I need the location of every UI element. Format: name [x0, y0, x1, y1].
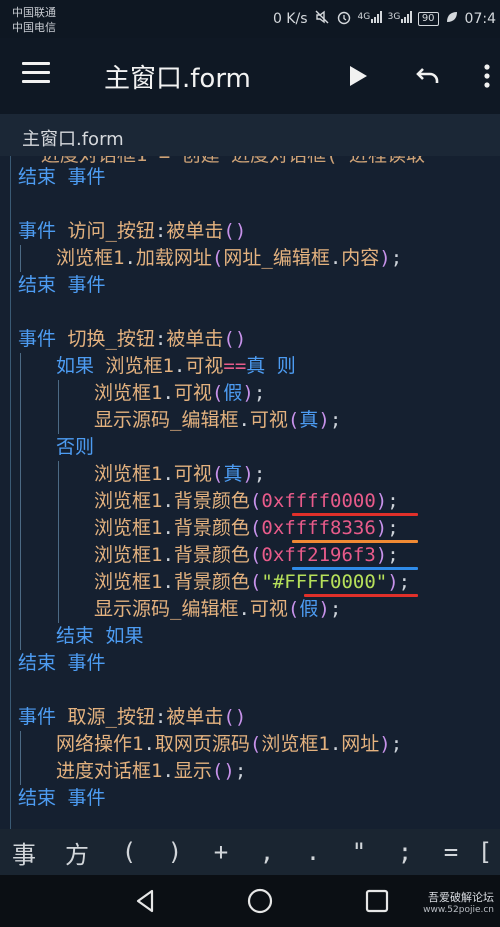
symbol-key[interactable]: " — [336, 838, 382, 866]
code-line: 结束 事件 — [18, 166, 106, 188]
back-triangle-icon[interactable] — [132, 887, 160, 915]
code-line: 浏览框1.加载网址(网址_编辑框.内容); — [56, 247, 403, 269]
indent-guide — [58, 461, 59, 623]
code-line: 浏览框1.背景颜色("#FFFF0000"); — [94, 571, 411, 593]
symbol-key[interactable]: + — [198, 838, 244, 866]
symbol-key[interactable]: 事 — [0, 835, 48, 870]
indent-guide — [20, 731, 21, 785]
symbol-key[interactable]: 方 — [48, 835, 106, 870]
block-guide-line — [10, 156, 11, 829]
indent-guide — [20, 245, 21, 272]
code-line: 事件 切换_按钮:被单击() — [18, 328, 247, 350]
symbol-key[interactable]: . — [290, 838, 336, 866]
status-bar: 中国联通 中国电信 0 K/s 4G 3G 90 07:4 — [0, 0, 500, 38]
code-line: 如果 浏览框1.可视==真 则 — [56, 355, 296, 377]
undo-icon[interactable] — [410, 58, 446, 94]
symbol-bar: 事 方 ( ) + , . " ; = [ — [0, 829, 500, 875]
code-line: 显示源码_编辑框.可视(假); — [94, 598, 342, 620]
watermark: 吾爱破解论坛 www.52pojie.cn — [423, 891, 494, 917]
indent-guide — [58, 380, 59, 434]
code-line: 事件 访问_按钮:被单击() — [18, 220, 247, 242]
symbol-key[interactable]: ; — [382, 838, 428, 866]
signal-2-type: 3G — [387, 12, 401, 22]
alarm-icon — [336, 9, 352, 29]
code-line: 进度对话框1.显示(); — [56, 760, 247, 782]
code-line: 结束 事件 — [18, 652, 106, 674]
play-icon[interactable] — [340, 58, 376, 94]
code-line: 结束 如果 — [56, 625, 144, 647]
signal-1-type: 4G — [357, 12, 371, 22]
battery-icon: 90 — [417, 12, 439, 26]
symbol-key[interactable]: ) — [152, 838, 198, 866]
code-line: 结束 事件 — [18, 787, 106, 809]
code-line: 显示源码_编辑框.可视(真); — [94, 409, 342, 431]
watermark-url: www.52pojie.cn — [423, 905, 494, 915]
signal-2-icon — [400, 11, 412, 23]
tab-main-form[interactable]: 主窗口.form — [22, 125, 124, 151]
leaf-icon — [445, 10, 459, 28]
status-icons: 0 K/s 4G 3G 90 07:4 — [273, 9, 496, 29]
app-bar: 主窗口.form — [0, 38, 500, 114]
code-line: 浏览框1.背景颜色(0xffff8336); — [94, 517, 399, 539]
code-editor[interactable]: 进度对话框1 = 创建 进度对话框( 进程读取 结束 事件 事件 访问_按钮:被… — [0, 156, 500, 829]
code-line: 浏览框1.可视(真); — [94, 463, 266, 485]
symbol-key[interactable]: , — [244, 838, 290, 866]
system-nav-bar: 吾爱破解论坛 www.52pojie.cn — [0, 875, 500, 927]
code-line: 网络操作1.取网页源码(浏览框1.网址); — [56, 733, 403, 755]
file-tab-bar: 主窗口.form — [0, 114, 500, 156]
carrier-2: 中国电信 — [12, 21, 56, 34]
code-line: 浏览框1.背景颜色(0xff2196f3); — [94, 544, 399, 566]
symbol-key[interactable]: [ — [474, 838, 496, 866]
more-vertical-icon[interactable] — [474, 58, 500, 94]
symbol-key[interactable]: = — [428, 838, 474, 866]
watermark-title: 吾爱破解论坛 — [428, 891, 494, 904]
net-speed: 0 K/s — [272, 11, 308, 27]
clock: 07:4 — [464, 11, 496, 27]
menu-icon[interactable] — [22, 62, 58, 90]
recent-square-icon[interactable] — [363, 887, 391, 915]
symbol-key[interactable]: ( — [106, 838, 152, 866]
app-title: 主窗口.form — [104, 64, 251, 94]
signal-1-icon — [370, 11, 382, 23]
code-line: 浏览框1.背景颜色(0xffff0000); — [94, 490, 399, 512]
indent-guide — [20, 353, 21, 650]
code-line: 浏览框1.可视(假); — [94, 382, 266, 404]
code-line: 否则 — [56, 436, 95, 458]
code-line: 事件 取源_按钮:被单击() — [18, 706, 247, 728]
code-line: 结束 事件 — [18, 274, 106, 296]
mute-icon — [314, 9, 330, 29]
home-circle-icon[interactable] — [246, 887, 274, 915]
carrier-1: 中国联通 — [12, 6, 56, 19]
